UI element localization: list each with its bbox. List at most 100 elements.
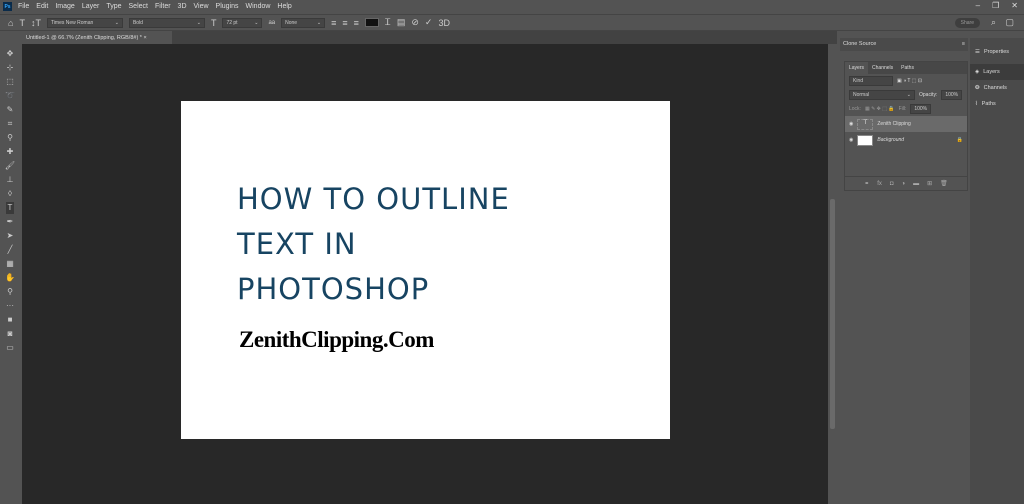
collapsed-panels: ☰ Properties ◈ Layers ❂ Channels ⌇ Paths (970, 38, 1024, 504)
menu-type[interactable]: Type (106, 3, 121, 10)
stamp-tool-icon[interactable]: ⊥ (7, 174, 14, 186)
zoom-tool-icon[interactable]: ⚲ (7, 286, 13, 298)
menu-edit[interactable]: Edit (36, 3, 48, 10)
vertical-scrollbar[interactable] (829, 44, 837, 504)
cancel-icon[interactable]: ⊘ (411, 17, 419, 28)
line-tool-icon[interactable]: ╱ (8, 244, 13, 256)
mask-icon[interactable]: ◘ (890, 181, 894, 187)
close-icon[interactable]: ✕ (1011, 1, 1018, 10)
headline-line-2: TEXT IN (237, 227, 357, 261)
layer-row[interactable]: ◉ Background 🔒 (845, 132, 967, 148)
scroll-thumb[interactable] (830, 199, 835, 429)
more-tools-icon[interactable]: ··· (6, 300, 14, 312)
search-icon[interactable]: ⌕ (991, 17, 996, 28)
adjustment-icon[interactable]: ◑ (902, 181, 906, 187)
link-icon[interactable]: ⚭ (864, 180, 869, 187)
menu-plugins[interactable]: Plugins (216, 3, 239, 10)
blend-mode-select[interactable]: Normal ⌄ (849, 90, 915, 100)
document-tab-bar: Untitled-1 @ 66.7% (Zenith Clipping, RGB… (22, 31, 837, 44)
hand-tool-icon[interactable]: ✋ (5, 272, 15, 284)
layer-name[interactable]: Zenith Clipping (877, 121, 910, 127)
align-center-icon[interactable]: ≡ (342, 18, 347, 28)
tab-paths[interactable]: Paths (897, 62, 918, 74)
character-panel-icon[interactable]: ▤ (397, 17, 406, 28)
marquee-tool-icon[interactable]: ⬚ (6, 76, 14, 88)
brand-text[interactable]: ZenithClipping.Com (239, 327, 434, 353)
paths-panel-button[interactable]: ⌇ Paths (970, 96, 1024, 112)
lock-label: Lock: (849, 106, 861, 112)
menu-file[interactable]: File (18, 3, 29, 10)
menu-select[interactable]: Select (129, 3, 148, 10)
close-tab-icon[interactable]: × (143, 35, 146, 41)
path-select-icon[interactable]: ➤ (7, 230, 14, 242)
share-button[interactable]: Share (954, 18, 980, 28)
align-left-icon[interactable]: ≡ (331, 18, 336, 28)
pen-tool-icon[interactable]: ✒ (7, 216, 14, 228)
fill-input[interactable]: 100% (910, 104, 932, 114)
tab-layers[interactable]: Layers (845, 62, 869, 74)
menu-view[interactable]: View (194, 3, 209, 10)
fx-icon[interactable]: fx (877, 181, 882, 187)
trash-icon[interactable]: 🗑 (940, 180, 948, 187)
filter-icons[interactable]: ▣ ◑ T ⬚ ⊡ (897, 78, 922, 84)
eye-icon[interactable]: ◉ (849, 137, 853, 143)
restore-icon[interactable]: ❐ (992, 1, 999, 10)
text-orientation-icon[interactable]: ↕T (31, 18, 41, 28)
headline-line-3: PHOTOSHOP (237, 272, 430, 306)
type-tool-icon[interactable]: T (19, 18, 25, 28)
font-style-select[interactable]: Bold ⌄ (128, 17, 205, 28)
color-swatches-icon[interactable]: ■ (8, 314, 13, 326)
eyedropper-tool-icon[interactable]: ⚲ (7, 132, 13, 144)
artboard-tool-icon[interactable]: ⊹ (7, 62, 14, 74)
document-tab[interactable]: Untitled-1 @ 66.7% (Zenith Clipping, RGB… (22, 31, 172, 44)
font-size-select[interactable]: 72 pt ⌄ (222, 17, 263, 28)
menu-filter[interactable]: Filter (155, 3, 171, 10)
channels-icon: ❂ (975, 85, 980, 91)
quick-mask-icon[interactable]: ◙ (8, 328, 13, 340)
lock-icons[interactable]: ▦ ✎ ✥ ⬚ 🔒 (865, 106, 895, 112)
quick-select-tool-icon[interactable]: ✎ (7, 104, 14, 116)
crop-tool-icon[interactable]: ⌗ (8, 118, 13, 130)
type-tool-icon[interactable]: T (5, 202, 15, 214)
layer-row[interactable]: ◉ T Zenith Clipping (845, 116, 967, 132)
antialias-select[interactable]: None ⌄ (281, 17, 326, 28)
menu-layer[interactable]: Layer (82, 3, 100, 10)
eraser-tool-icon[interactable]: ◊ (8, 188, 12, 200)
menu-help[interactable]: Help (277, 3, 291, 10)
menu-image[interactable]: Image (55, 3, 74, 10)
panel-menu-icon[interactable]: ≡ (962, 41, 965, 48)
kind-filter[interactable]: Kind (849, 76, 893, 86)
warp-text-icon[interactable]: Ꮖ (385, 17, 391, 28)
lasso-tool-icon[interactable]: ➰ (5, 90, 15, 102)
minimize-icon[interactable]: – (976, 1, 980, 10)
align-right-icon[interactable]: ≡ (354, 18, 359, 28)
layers-panel-button[interactable]: ◈ Layers (970, 64, 1024, 80)
layers-panel: Layers Channels Paths Kind ▣ ◑ T ⬚ ⊡ Norm… (844, 61, 968, 191)
opacity-input[interactable]: 100% (941, 90, 963, 100)
tab-channels[interactable]: Channels (868, 62, 897, 74)
layer-name[interactable]: Background (877, 137, 952, 143)
group-icon[interactable]: ▬ (913, 181, 919, 187)
healing-brush-icon[interactable]: ✚ (7, 146, 14, 158)
menu-3d[interactable]: 3D (178, 3, 187, 10)
layers-footer: ⚭ fx ◘ ◑ ▬ ⊞ 🗑 (845, 176, 967, 190)
clone-source-header[interactable]: Clone Source ≡ (840, 38, 968, 51)
document-canvas[interactable]: HOW TO OUTLINE TEXT IN PHOTOSHOP ZenithC… (181, 101, 670, 439)
commit-icon[interactable]: ✓ (425, 17, 433, 28)
text-color-swatch[interactable] (364, 18, 379, 27)
eye-icon[interactable]: ◉ (849, 121, 853, 127)
menu-window[interactable]: Window (246, 3, 271, 10)
properties-panel-button[interactable]: ☰ Properties (970, 44, 1024, 60)
move-tool-icon[interactable]: ✥ (7, 48, 14, 60)
3d-icon[interactable]: 3D (438, 18, 450, 28)
font-family-select[interactable]: Times New Roman ⌄ (46, 17, 123, 28)
workspace-icon[interactable]: ▢ (1005, 17, 1014, 28)
home-icon[interactable]: ⌂ (8, 18, 13, 28)
gradient-tool-icon[interactable]: ▦ (6, 258, 14, 270)
new-layer-icon[interactable]: ⊞ (927, 180, 932, 187)
properties-icon: ☰ (975, 49, 980, 55)
opacity-label: Opacity: (919, 92, 938, 98)
channels-panel-button[interactable]: ❂ Channels (970, 80, 1024, 96)
brush-tool-icon[interactable]: 🖌 (5, 160, 15, 172)
screen-mode-icon[interactable]: ▭ (6, 342, 14, 354)
